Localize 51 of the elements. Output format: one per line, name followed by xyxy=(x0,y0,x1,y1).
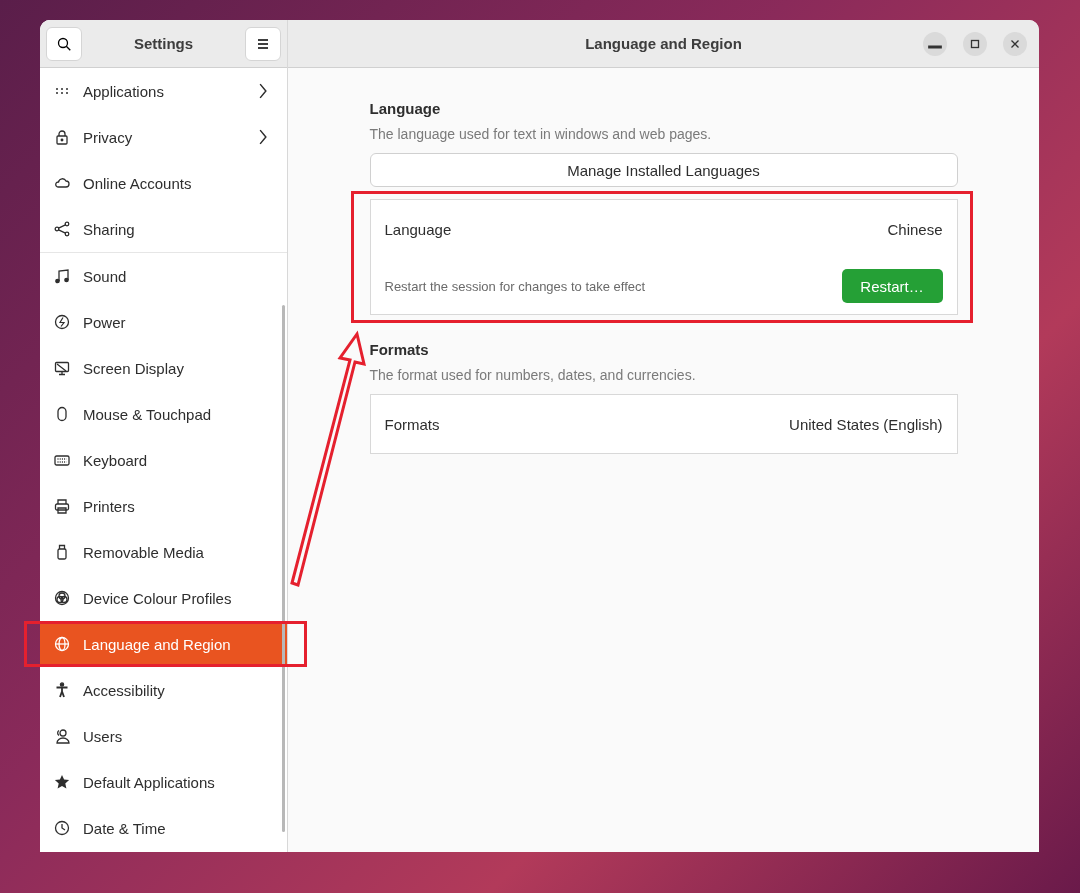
section-heading: Formats xyxy=(369,341,430,358)
sidebar-item[interactable]: Mouse & Touchpad xyxy=(40,391,287,437)
search-button[interactable] xyxy=(46,26,82,61)
setting-value: Chinese xyxy=(887,220,943,238)
sidebar-item[interactable]: Privacy xyxy=(40,114,287,160)
sidebar-item[interactable]: Sharing xyxy=(40,206,287,252)
sidebar-item[interactable]: Removable Media xyxy=(40,529,287,575)
manage-languages-button[interactable]: Manage Installed Languages xyxy=(369,153,958,187)
section-description: The language used for text in windows and web pages. xyxy=(369,126,713,142)
restart-note: Restart the session for changes to take effect xyxy=(384,278,646,294)
menu-button[interactable] xyxy=(245,26,281,61)
sidebar-item[interactable]: Users xyxy=(40,713,287,759)
clock-icon xyxy=(54,820,70,836)
music-note-icon xyxy=(54,268,70,284)
sidebar-item[interactable]: Sound xyxy=(40,253,287,299)
sidebar-item[interactable]: Default Applications xyxy=(40,759,287,805)
power-icon xyxy=(54,314,70,330)
maximize-button[interactable] xyxy=(963,32,987,56)
monitor-icon xyxy=(54,360,70,376)
cloud-icon xyxy=(54,175,70,191)
minimize-button[interactable] xyxy=(923,32,947,56)
sidebar-item[interactable]: Printers xyxy=(40,483,287,529)
users-icon xyxy=(54,728,70,744)
section-description: The format used for numbers, dates, and currencies. xyxy=(369,367,697,383)
setting-label: Formats xyxy=(384,415,440,433)
close-button[interactable] xyxy=(1003,32,1027,56)
setting-label: Language xyxy=(384,220,452,238)
sidebar-item[interactable]: Accessibility xyxy=(40,667,287,713)
star-icon xyxy=(54,774,70,790)
keyboard-icon xyxy=(54,452,70,468)
sidebar-item[interactable]: Screen Display xyxy=(40,345,287,391)
window-title: Language and Region xyxy=(585,35,742,52)
search-icon xyxy=(56,35,72,52)
sidebar-title: Settings xyxy=(133,35,194,52)
person-icon xyxy=(54,682,70,698)
setting-value: United States (English) xyxy=(789,415,943,433)
sidebar-item[interactable]: Power xyxy=(40,299,287,345)
sidebar-item[interactable]: Applications xyxy=(40,68,287,114)
globe-icon xyxy=(54,636,70,652)
share-icon xyxy=(54,221,70,237)
printer-icon xyxy=(54,498,70,514)
mouse-icon xyxy=(54,406,70,422)
usb-drive-icon xyxy=(54,544,70,560)
sidebar-item[interactable]: Device Colour Profiles xyxy=(40,575,287,621)
lock-icon xyxy=(54,129,70,145)
sidebar-item[interactable]: Keyboard xyxy=(40,437,287,483)
sidebar-item[interactable]: Date & Time xyxy=(40,805,287,851)
color-wheel-icon xyxy=(54,590,70,606)
sidebar-item[interactable]: Online Accounts xyxy=(40,160,287,206)
scrollbar[interactable] xyxy=(282,305,285,832)
section-heading: Language xyxy=(369,100,442,117)
